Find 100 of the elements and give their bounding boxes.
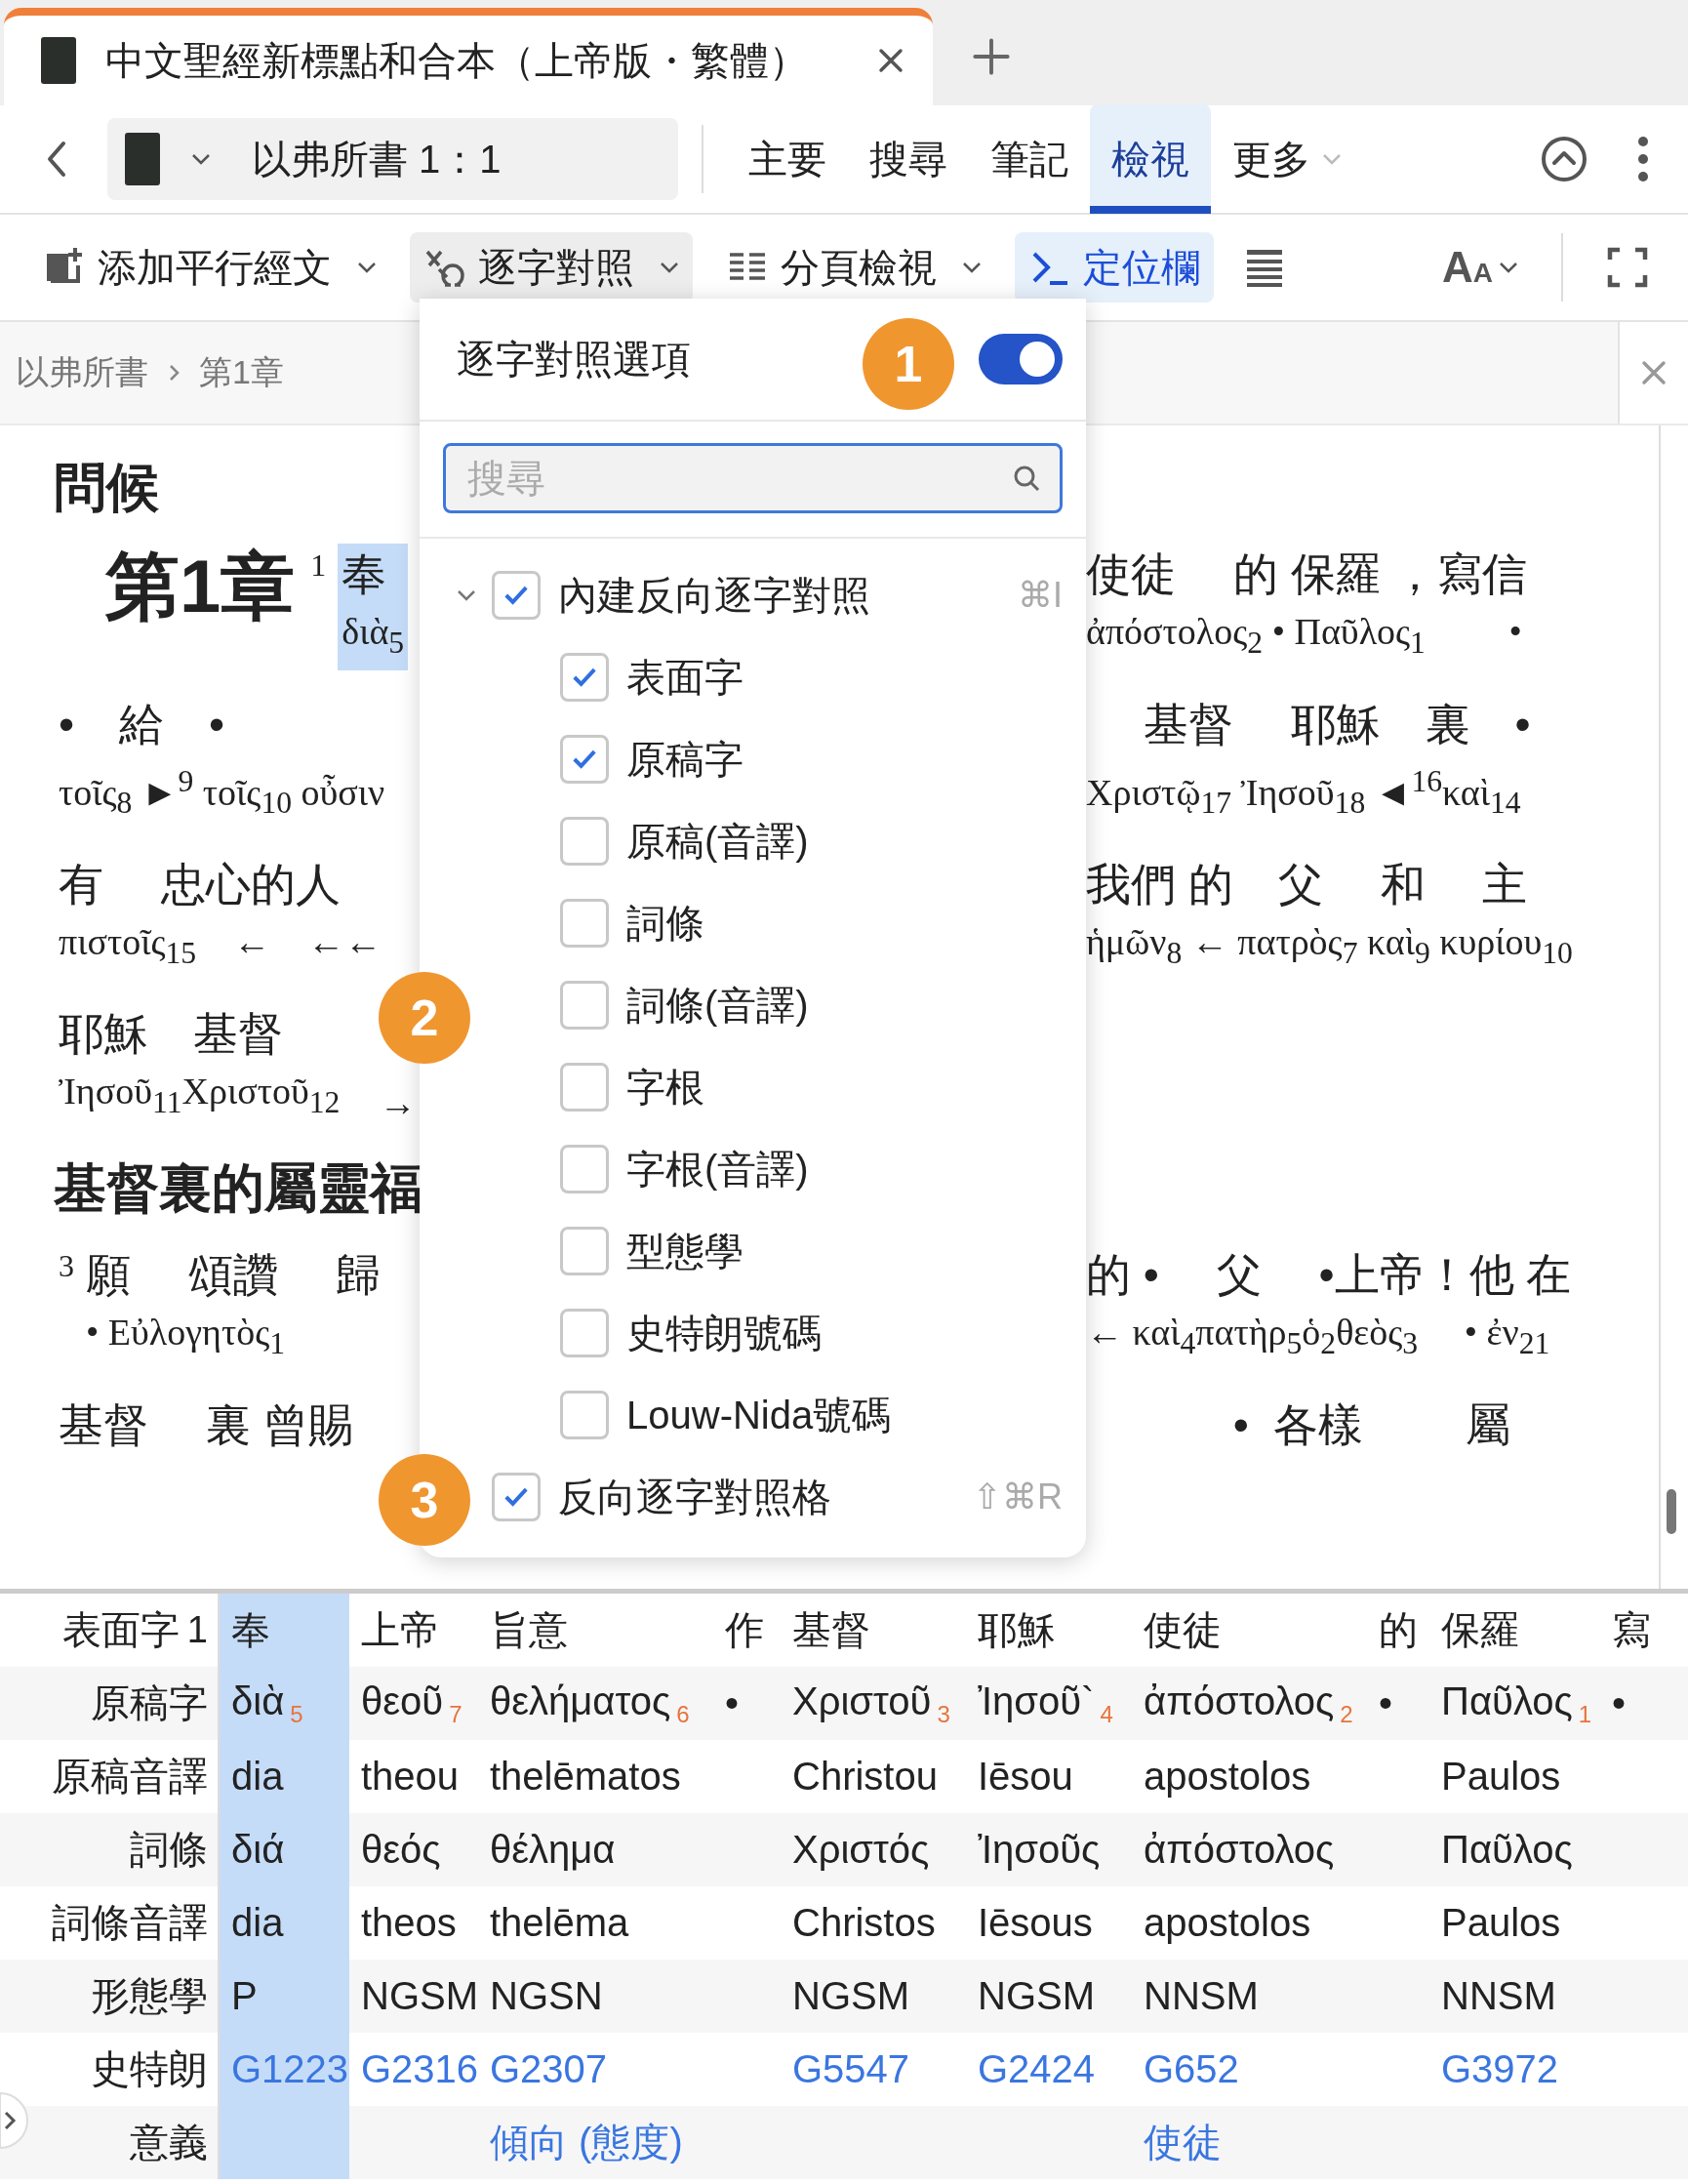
option-label[interactable]: 史特朗號碼 bbox=[626, 1306, 1086, 1360]
close-icon[interactable] bbox=[876, 46, 905, 75]
verse-number: 1 bbox=[186, 1609, 208, 1651]
table-cell: theou bbox=[361, 1755, 460, 1799]
nav-tab[interactable]: 更多 bbox=[1211, 104, 1363, 214]
popup-title: 逐字對照選項 bbox=[457, 336, 692, 383]
row-label: 原稿字 bbox=[91, 1680, 208, 1726]
fullscreen-icon[interactable] bbox=[1606, 246, 1649, 289]
table-cell: Χριστός bbox=[792, 1828, 930, 1872]
collapse-icon[interactable] bbox=[1540, 135, 1588, 183]
option-label[interactable]: 型態學 bbox=[626, 1224, 1086, 1278]
table-cell[interactable]: G652 bbox=[1144, 2047, 1239, 2091]
interlinear-word[interactable]: • 給 • τοῖς$_{8}$ ►$^{9}$ τοῖς$_{10}$ οὖσιν bbox=[59, 693, 385, 830]
interlinear-word[interactable]: 的 • 父 •上帝！他 在 ← καὶ$_{4}$πατὴρ$_{5}$ὁ$_{2}$θεὸς$_{3}$ • ἐν$_{21}$ bbox=[1086, 1244, 1572, 1371]
table-cell: Paulos bbox=[1441, 1755, 1561, 1799]
table-cell-text: 寫 bbox=[1612, 1607, 1651, 1653]
nav-tab[interactable]: 搜尋 bbox=[848, 104, 969, 214]
table-cell: dia bbox=[231, 1901, 284, 1945]
new-tab-icon[interactable] bbox=[972, 37, 1011, 76]
table-cell: Χριστοῦ$_{3}$ bbox=[792, 1678, 950, 1728]
table-cell: Iēsous bbox=[978, 1901, 1093, 1945]
row-label: 形態學 bbox=[91, 1973, 208, 2019]
option-label[interactable]: 詞條(音譯) bbox=[626, 978, 1086, 1032]
checkbox[interactable] bbox=[560, 735, 609, 784]
table-cell: NGSM bbox=[978, 1974, 1095, 2018]
font-size-button[interactable]: AA bbox=[1442, 243, 1518, 292]
option-label[interactable]: 內建反向逐字對照 bbox=[558, 568, 1018, 623]
table-cell: Christou bbox=[792, 1755, 938, 1799]
chevron-icon bbox=[168, 363, 180, 383]
toolbar-button[interactable]: 逐字對照 bbox=[410, 232, 693, 303]
table-cell[interactable]: 使徒 bbox=[1144, 2116, 1222, 2169]
checkbox[interactable] bbox=[560, 1227, 609, 1275]
verse-number: 3 bbox=[59, 1247, 74, 1285]
more-icon[interactable] bbox=[1637, 135, 1649, 183]
interlinear-word[interactable]: 基督 裏 曾賜 bbox=[59, 1394, 353, 1455]
toggle-switch[interactable] bbox=[979, 334, 1063, 384]
toolbar-button[interactable]: 添加平行經文 bbox=[29, 232, 390, 303]
breadcrumb-link[interactable]: 第1章 bbox=[199, 350, 284, 395]
interlinear-word[interactable]: 使徒 的 保羅 ，寫信 ἀπόστολος$_{2}$ • Παῦλος$_{1}$ • bbox=[1086, 544, 1528, 670]
table-cell[interactable]: G5547 bbox=[792, 2047, 910, 2091]
checkbox[interactable] bbox=[560, 981, 609, 1030]
scrollbar-thumb[interactable] bbox=[1667, 1489, 1676, 1534]
checkbox[interactable] bbox=[560, 653, 609, 702]
checkbox[interactable] bbox=[560, 1391, 609, 1439]
table-cell[interactable]: 傾向 (態度) bbox=[490, 2116, 683, 2169]
interlinear-word[interactable]: 奉 διὰ$_{5}$ bbox=[338, 544, 409, 670]
checkbox[interactable] bbox=[560, 899, 609, 948]
option-label[interactable]: Louw-Nida號碼 bbox=[626, 1388, 1086, 1442]
table-cell-text: 使徒 bbox=[1144, 1607, 1222, 1653]
section-heading: 問候 bbox=[54, 457, 159, 518]
search-field[interactable]: 搜尋 bbox=[443, 443, 1063, 513]
back-icon[interactable] bbox=[45, 140, 68, 179]
nav-tab[interactable]: 主要 bbox=[727, 104, 848, 214]
table-cell: Ἰησοῦς bbox=[978, 1828, 1101, 1872]
table-cell: ἀπόστολος bbox=[1144, 1828, 1335, 1872]
interlinear-word[interactable]: 基督 耶穌 裏 • Χριστῷ$_{17}$ Ἰησοῦ$_{18}$ ◄$^{16}$καὶ$_{14}$ bbox=[1086, 693, 1531, 830]
table-cell: NGSM bbox=[361, 1974, 478, 2018]
checkbox[interactable] bbox=[560, 817, 609, 866]
option-label[interactable]: 詞條 bbox=[626, 896, 1086, 950]
interlinear-word[interactable]: 願 頌讚 歸 • Εὐλογητὸς$_{1}$ bbox=[86, 1244, 381, 1371]
option-label[interactable]: 表面字 bbox=[626, 650, 1086, 705]
checkbox[interactable] bbox=[492, 571, 541, 620]
nav-tab[interactable]: 檢視 bbox=[1090, 104, 1211, 214]
table-cell: apostolos bbox=[1144, 1901, 1311, 1945]
table-cell-text: 基督 bbox=[792, 1607, 870, 1653]
option-label[interactable]: 字根(音譯) bbox=[626, 1142, 1086, 1196]
keyboard-shortcut: ⌘I bbox=[1018, 575, 1063, 616]
nav-tab[interactable]: 筆記 bbox=[969, 104, 1090, 214]
table-cell: NGSN bbox=[490, 1974, 603, 2018]
table-cell: διά bbox=[231, 1828, 285, 1872]
row-label: 表面字 bbox=[61, 1607, 180, 1653]
location-selector[interactable]: 以弗所書 1：1 bbox=[107, 118, 678, 200]
checkbox[interactable] bbox=[560, 1145, 609, 1193]
book-icon bbox=[125, 133, 160, 185]
option-label[interactable]: 原稿字 bbox=[626, 732, 1086, 787]
option-label[interactable]: 反向逐字對照格 bbox=[558, 1470, 973, 1524]
table-cell-text: 旨意 bbox=[490, 1607, 568, 1653]
table-cell: • bbox=[1379, 1681, 1392, 1725]
table-cell[interactable]: G2316 bbox=[361, 2047, 478, 2091]
interlinear-word[interactable]: 我們 的 父 和 主 ἡμῶν$_{8}$ ← πατρὸς$_{7}$ καὶ$_{9}$ κυρίου$_{10}$ bbox=[1086, 853, 1573, 981]
toolbar-button[interactable]: 分頁檢視 bbox=[712, 232, 995, 303]
row-label: 詞條 bbox=[130, 1827, 208, 1873]
interlinear-word[interactable]: → bbox=[379, 1075, 417, 1131]
table-cell[interactable]: G3972 bbox=[1441, 2047, 1559, 2091]
interlinear-word[interactable]: • 各樣 屬 bbox=[1086, 1394, 1511, 1455]
checkbox[interactable] bbox=[492, 1473, 541, 1521]
section-heading: 基督裏的屬靈福 bbox=[54, 1157, 422, 1220]
table-cell: Παῦλος bbox=[1441, 1828, 1573, 1872]
table-cell[interactable]: G2307 bbox=[490, 2047, 608, 2091]
option-label[interactable]: 字根 bbox=[626, 1060, 1086, 1114]
checkbox[interactable] bbox=[560, 1309, 609, 1357]
document-tab[interactable]: 中文聖經新標點和合本（上帝版・繁體） bbox=[4, 8, 933, 105]
row-label: 意義 bbox=[130, 2120, 208, 2165]
toolbar-button[interactable]: 定位欄 bbox=[1015, 232, 1214, 303]
row-label: 詞條音譯 bbox=[52, 1900, 208, 1946]
checkbox[interactable] bbox=[560, 1063, 609, 1112]
interlinear-word[interactable]: 耶穌 基督 Ἰησοῦ$_{11}$Χριστοῦ$_{12}$ bbox=[59, 1003, 341, 1131]
table-cell[interactable]: G2424 bbox=[978, 2047, 1096, 2091]
breadcrumb-link[interactable]: 以弗所書 bbox=[16, 350, 148, 395]
option-label[interactable]: 原稿(音譯) bbox=[626, 814, 1086, 869]
